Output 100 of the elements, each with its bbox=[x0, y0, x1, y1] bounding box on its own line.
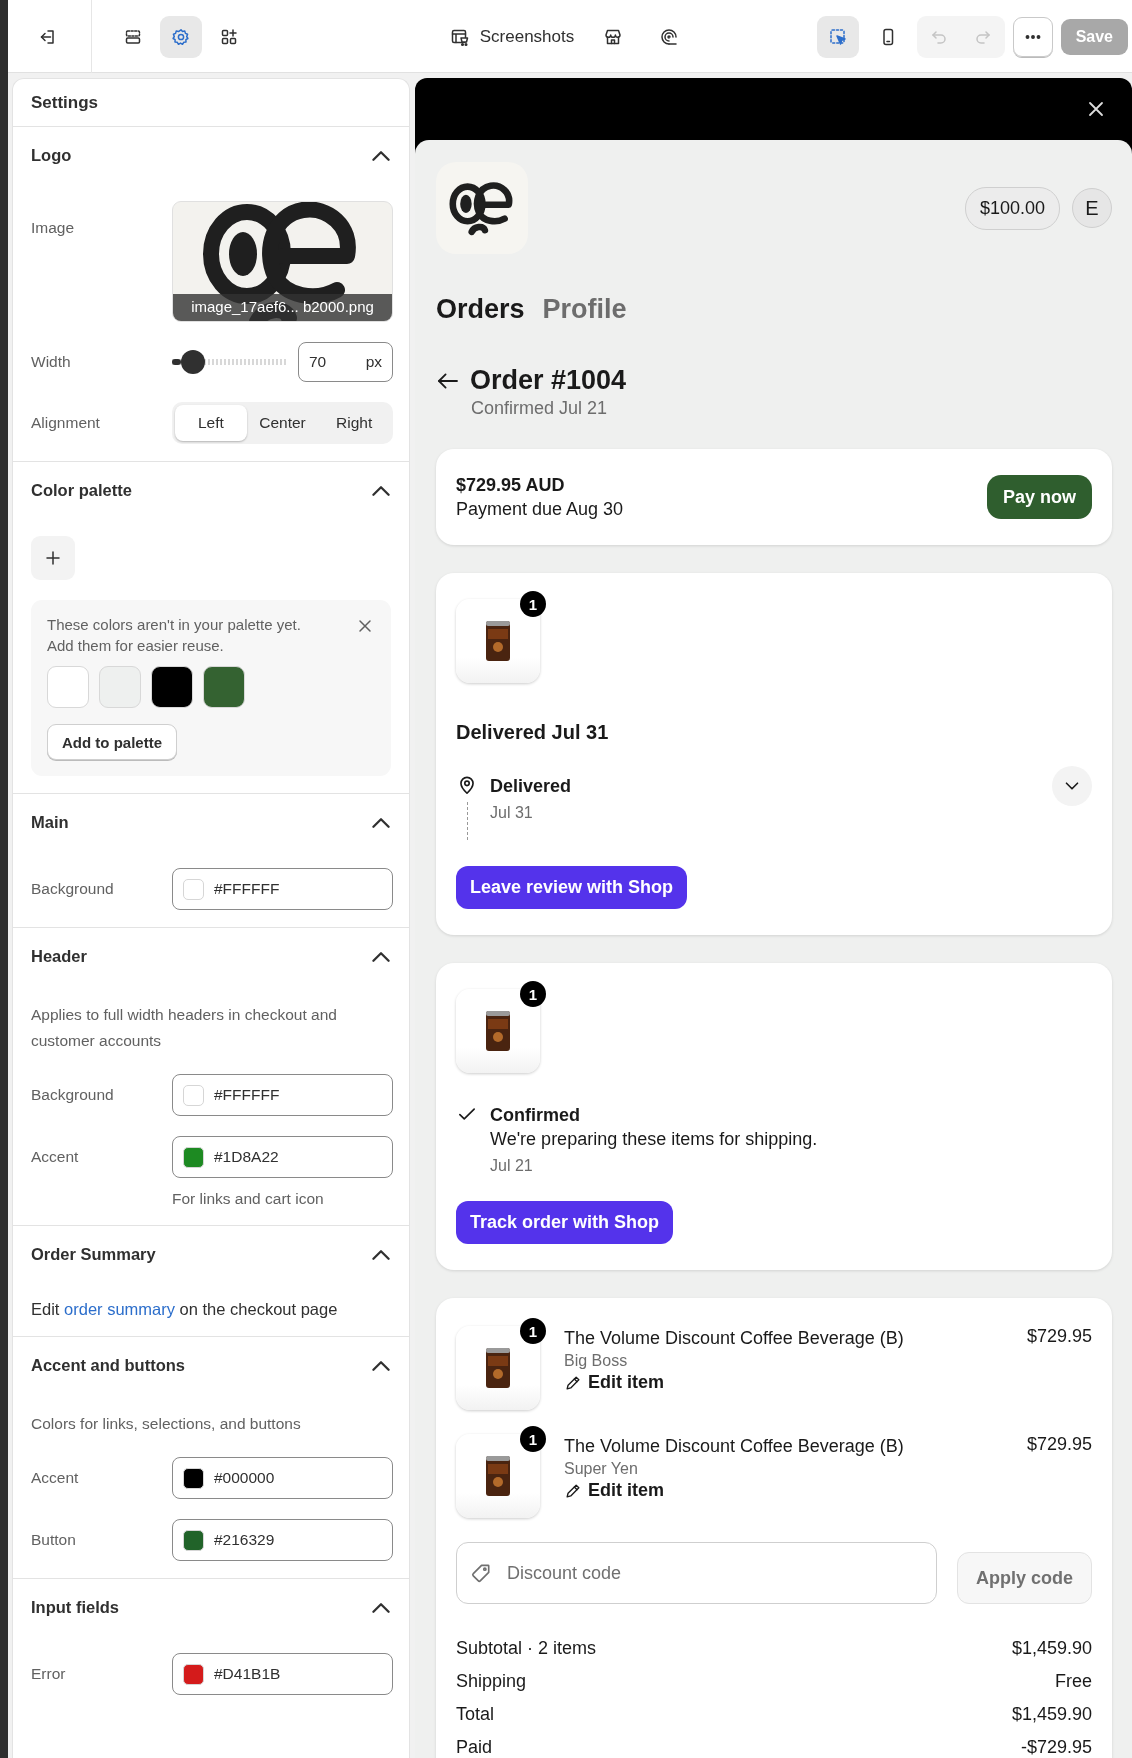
section-title: Input fields bbox=[31, 1598, 119, 1617]
total-value: Free bbox=[1055, 1670, 1092, 1693]
more-button[interactable] bbox=[1012, 16, 1053, 57]
section-title: Accent and buttons bbox=[31, 1356, 185, 1375]
total-label: Subtotal · 2 items bbox=[456, 1637, 597, 1660]
logo-image[interactable]: image_17aef6... b2000.png bbox=[172, 201, 393, 322]
field-label: Button bbox=[31, 1531, 77, 1549]
color-value: #FFFFFF bbox=[214, 1086, 280, 1104]
product-price: $729.95 bbox=[1026, 1326, 1092, 1348]
slider-thumb[interactable] bbox=[181, 350, 206, 374]
theme-name: Screenshots bbox=[479, 26, 575, 47]
payment-due-date: Payment due Aug 30 bbox=[456, 498, 624, 521]
shop-button[interactable]: Leave review with Shop bbox=[456, 866, 688, 909]
status-date: Jul 21 bbox=[490, 1157, 534, 1175]
quantity-badge: 1 bbox=[520, 1318, 546, 1344]
section-title: Main bbox=[31, 813, 69, 832]
product-name: The Volume Discount Coffee Beverage (B) bbox=[564, 1327, 905, 1350]
slider-fill bbox=[172, 359, 182, 365]
input-value: 70 bbox=[309, 353, 327, 371]
color-input[interactable]: #000000 bbox=[172, 1457, 393, 1499]
shipment-heading: Delivered Jul 31 bbox=[456, 721, 610, 744]
add-to-palette-button[interactable]: Add to palette bbox=[47, 724, 177, 760]
color-input[interactable]: #D41B1B bbox=[172, 1653, 393, 1695]
total-label: Paid bbox=[456, 1736, 493, 1758]
discount-code-field[interactable]: Discount code bbox=[456, 1542, 937, 1604]
color-input[interactable]: #1D8A22 bbox=[172, 1136, 393, 1178]
coffee-can-drawing bbox=[485, 619, 511, 663]
apply-code-button[interactable]: Apply code bbox=[957, 1552, 1092, 1604]
color-input[interactable]: #216329 bbox=[172, 1519, 393, 1561]
field-label: Accent bbox=[31, 1148, 80, 1166]
field-label: Accent bbox=[31, 1469, 80, 1487]
product-price: $729.95 bbox=[1026, 1434, 1092, 1456]
section-title: Order Summary bbox=[31, 1245, 156, 1264]
color-swatch[interactable] bbox=[47, 666, 89, 708]
nav-tab[interactable]: Profile bbox=[542, 294, 627, 325]
total-label: Total bbox=[456, 1703, 495, 1726]
field-label: Background bbox=[31, 1086, 115, 1104]
section-description: Applies to full width headers in checkout and customer accounts bbox=[31, 1005, 338, 1051]
inspector-button[interactable] bbox=[816, 15, 859, 58]
status-message: We're preparing these items for shipping. bbox=[490, 1128, 819, 1151]
amount-due: $729.95 AUD bbox=[456, 474, 566, 497]
field-label: Background bbox=[31, 880, 115, 898]
store-credit-balance[interactable]: $100.00 bbox=[964, 186, 1060, 230]
field-label: Width bbox=[31, 353, 72, 371]
alignment-selector[interactable]: Left Center Right bbox=[172, 402, 393, 444]
order-summary-link[interactable]: order summary bbox=[64, 1300, 175, 1318]
product-name: The Volume Discount Coffee Beverage (B) bbox=[564, 1435, 905, 1458]
section-title: Logo bbox=[31, 146, 72, 165]
order-title: Order #1004 bbox=[470, 365, 627, 396]
add-color-button[interactable] bbox=[31, 536, 75, 580]
unit-label: px bbox=[365, 353, 382, 371]
chevron-up-icon bbox=[372, 1249, 390, 1260]
nav-tab[interactable]: Orders bbox=[436, 294, 525, 325]
total-label: Shipping bbox=[456, 1670, 527, 1693]
color-swatch[interactable] bbox=[99, 666, 141, 708]
section-description: Colors for links, selections, and buttons bbox=[31, 1414, 302, 1434]
color-value: #FFFFFF bbox=[214, 880, 280, 898]
color-swatch[interactable] bbox=[151, 666, 193, 708]
color-swatch[interactable] bbox=[203, 666, 245, 708]
color-value: #D41B1B bbox=[214, 1665, 281, 1683]
settings-button[interactable] bbox=[160, 15, 202, 58]
pay-now-button[interactable]: Pay now bbox=[986, 475, 1092, 519]
edit-item-button[interactable]: Edit item bbox=[564, 1480, 664, 1501]
status-title: Confirmed bbox=[490, 1104, 581, 1127]
shop-button[interactable]: Track order with Shop bbox=[456, 1201, 674, 1244]
color-input[interactable]: #FFFFFF bbox=[172, 868, 393, 910]
total-value: -$729.95 bbox=[1020, 1736, 1092, 1758]
width-input[interactable]: 70 px bbox=[298, 342, 393, 382]
field-label: Error bbox=[31, 1665, 67, 1683]
segment-option[interactable]: Center bbox=[246, 405, 319, 441]
more-icon bbox=[1024, 34, 1041, 39]
quantity-badge: 1 bbox=[520, 591, 546, 617]
order-summary-text: Edit order summary on the checkout page bbox=[31, 1300, 339, 1319]
chevron-up-icon bbox=[372, 485, 390, 496]
edit-item-button[interactable]: Edit item bbox=[564, 1372, 664, 1393]
product-variant: Super Yen bbox=[564, 1459, 639, 1479]
product-variant: Big Boss bbox=[564, 1351, 629, 1371]
quantity-badge: 1 bbox=[520, 1426, 546, 1452]
file-name: image_17aef6... b2000.png bbox=[173, 294, 392, 321]
total-value: $1,459.90 bbox=[1011, 1637, 1092, 1660]
quantity-badge: 1 bbox=[520, 981, 546, 1007]
field-hint: For links and cart icon bbox=[172, 1190, 325, 1208]
segment-option[interactable]: Left bbox=[175, 405, 247, 441]
color-value: #216329 bbox=[214, 1531, 275, 1549]
account-avatar[interactable]: E bbox=[1072, 188, 1112, 228]
color-value: #1D8A22 bbox=[214, 1148, 279, 1166]
segment-option[interactable]: Right bbox=[318, 405, 390, 441]
status-title: Delivered bbox=[490, 775, 573, 798]
tag-icon bbox=[470, 1562, 492, 1584]
chevron-up-icon bbox=[372, 150, 390, 161]
apps-icon bbox=[219, 26, 239, 47]
status-date: Jul 31 bbox=[490, 804, 534, 822]
theme-title[interactable]: Screenshots bbox=[445, 18, 579, 55]
coffee-can-drawing bbox=[485, 1346, 511, 1390]
chevron-up-icon bbox=[372, 1360, 390, 1371]
field-label: Image bbox=[31, 219, 76, 237]
color-input[interactable]: #FFFFFF bbox=[172, 1074, 393, 1116]
order-subtitle: Confirmed Jul 21 bbox=[471, 398, 609, 419]
chevron-up-icon bbox=[372, 1602, 390, 1613]
section-title: Color palette bbox=[31, 481, 132, 500]
